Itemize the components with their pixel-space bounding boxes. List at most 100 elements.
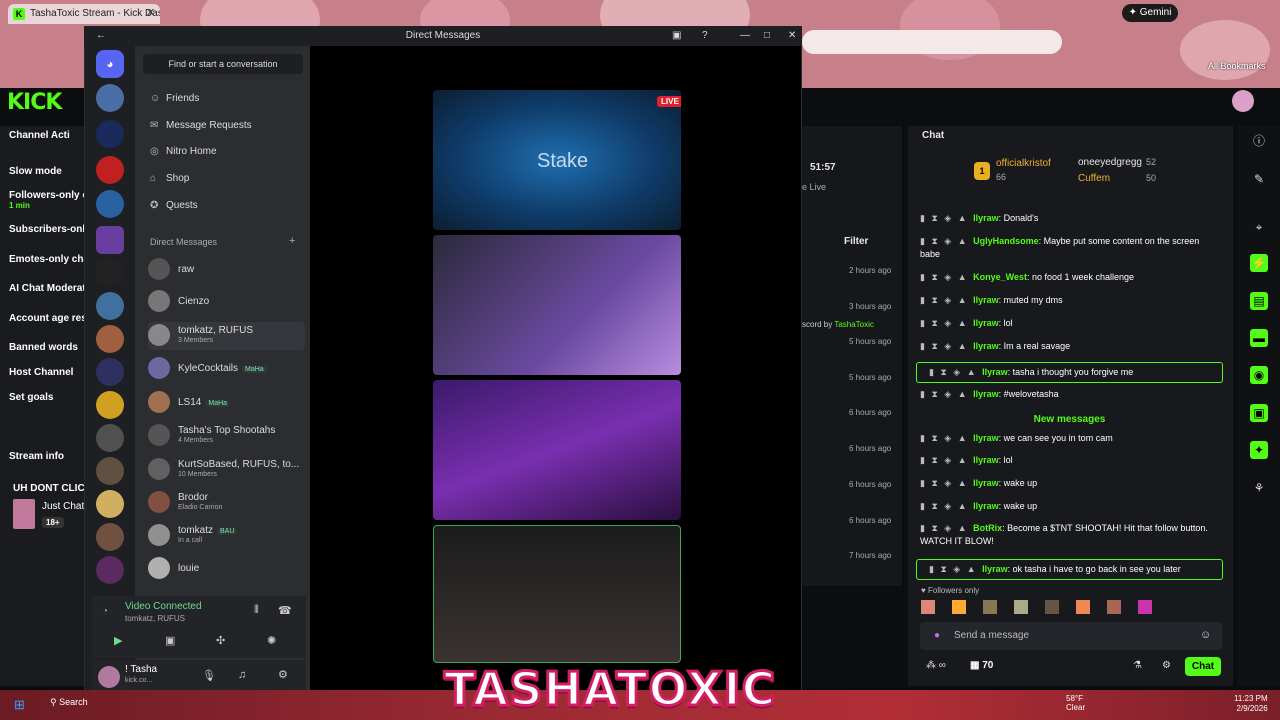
nav-friends[interactable]: ☺ Friends bbox=[150, 93, 199, 104]
server-icon[interactable] bbox=[96, 391, 124, 419]
send-chat-button[interactable]: Chat bbox=[1185, 657, 1221, 676]
chat-username[interactable]: BotRix bbox=[973, 523, 1002, 533]
video-tile-stake[interactable]: LIVE Stake bbox=[433, 90, 681, 230]
group-icon[interactable]: ⁂ ∞ bbox=[926, 660, 946, 671]
action-set-goals[interactable]: Set goals bbox=[9, 392, 53, 403]
server-icon[interactable] bbox=[96, 424, 124, 452]
mod-actions-icon[interactable]: ▮ ⧗ ◈ ▲ bbox=[920, 455, 973, 465]
nav-message-requests[interactable]: ✉ Message Requests bbox=[150, 120, 252, 131]
emoji-icon[interactable]: ☺ bbox=[1200, 629, 1211, 641]
taskbar-clock[interactable]: 11:23 PM 2/9/2026 bbox=[1234, 694, 1268, 714]
address-bar[interactable] bbox=[802, 30, 1062, 54]
server-icon[interactable] bbox=[96, 457, 124, 485]
chat-username[interactable]: llyraw bbox=[973, 213, 999, 223]
weather-widget[interactable]: 58°F Clear bbox=[1066, 694, 1085, 712]
mod-actions-icon[interactable]: ▮ ⧗ ◈ ▲ bbox=[920, 433, 973, 443]
server-icon[interactable] bbox=[96, 292, 124, 320]
chat-username[interactable]: llyraw bbox=[973, 389, 999, 399]
server-icon[interactable] bbox=[96, 490, 124, 518]
voice-channel[interactable]: tomkatz, RUFUS bbox=[125, 614, 185, 623]
server-icon[interactable] bbox=[96, 556, 124, 584]
broadcast-icon[interactable]: ◉ bbox=[1250, 366, 1268, 384]
server-icon[interactable] bbox=[96, 120, 124, 148]
share-icon[interactable]: ⚘ bbox=[1250, 479, 1268, 497]
chat-username[interactable]: llyraw bbox=[982, 367, 1008, 377]
chat-username[interactable]: llyraw bbox=[973, 455, 999, 465]
dm-item[interactable]: Brodor Eladio Carrion bbox=[148, 489, 305, 517]
chat-message[interactable]: ▮ ⧗ ◈ ▲ llyraw: #welovetasha bbox=[920, 388, 1220, 401]
mod-actions-icon[interactable]: ▮ ⧗ ◈ ▲ bbox=[929, 367, 982, 377]
server-icon[interactable] bbox=[96, 325, 124, 353]
top-gifter-2[interactable]: oneeyedgregg bbox=[1078, 157, 1142, 168]
document-icon[interactable]: ▤ bbox=[1250, 292, 1268, 310]
action-emotes-only[interactable]: Emotes-only cha bbox=[9, 254, 89, 265]
avatar[interactable] bbox=[1232, 90, 1254, 112]
server-icon[interactable] bbox=[96, 84, 124, 112]
mic-icon[interactable]: ● bbox=[934, 630, 940, 641]
chat-username[interactable]: UglyHandsome bbox=[973, 236, 1039, 246]
headphones-icon[interactable]: ♫ bbox=[238, 669, 246, 681]
gear-icon[interactable]: ⚙ bbox=[278, 668, 288, 681]
chat-username[interactable]: llyraw bbox=[973, 433, 999, 443]
dm-item[interactable]: KyleCocktails MaHa bbox=[148, 355, 305, 383]
discord-home-icon[interactable]: ◕ bbox=[96, 50, 124, 78]
mod-actions-icon[interactable]: ▮ ⧗ ◈ ▲ bbox=[920, 318, 973, 328]
minimize-icon[interactable]: — bbox=[740, 26, 750, 46]
chat-bubble-icon[interactable]: ▬ bbox=[1250, 329, 1268, 347]
mod-actions-icon[interactable]: ▮ ⧗ ◈ ▲ bbox=[920, 501, 973, 511]
mod-actions-icon[interactable]: ▮ ⧗ ◈ ▲ bbox=[920, 478, 973, 488]
chat-username[interactable]: llyraw bbox=[973, 478, 999, 488]
video-tile-2[interactable] bbox=[433, 235, 681, 375]
mod-icon[interactable]: ⚗ bbox=[1133, 660, 1142, 671]
action-account-age[interactable]: Account age res bbox=[9, 313, 87, 324]
server-folder-icon[interactable] bbox=[96, 226, 124, 254]
maximize-icon[interactable]: □ bbox=[764, 26, 770, 46]
chat-username[interactable]: llyraw bbox=[973, 501, 999, 511]
top-gifter-3[interactable]: Cuffem bbox=[1078, 173, 1110, 184]
microphone-icon[interactable]: 🎙 bbox=[202, 669, 216, 682]
chat-username[interactable]: Konye_West bbox=[973, 272, 1027, 282]
chat-message[interactable]: ▮ ⧗ ◈ ▲ llyraw: lol bbox=[920, 454, 1220, 467]
chat-username[interactable]: llyraw bbox=[973, 295, 999, 305]
dm-item[interactable]: tomkatz, RUFUS 3 Members bbox=[148, 322, 305, 350]
server-icon[interactable] bbox=[96, 258, 124, 286]
chat-message[interactable]: ▮ ⧗ ◈ ▲ llyraw: we can see you in tom ca… bbox=[920, 432, 1220, 445]
chat-username[interactable]: llyraw bbox=[973, 341, 999, 351]
video-tile-4[interactable] bbox=[433, 525, 681, 663]
avatar[interactable] bbox=[98, 666, 120, 688]
layout-icon[interactable]: ▣ bbox=[1250, 404, 1268, 422]
nav-quests[interactable]: ✪ Quests bbox=[150, 200, 198, 211]
find-conversation-input[interactable]: Find or start a conversation bbox=[143, 54, 303, 74]
top-gifter-1[interactable]: officialkristof bbox=[996, 158, 1051, 169]
back-arrow-icon[interactable]: ← bbox=[96, 26, 106, 46]
emote-bar[interactable] bbox=[921, 600, 1221, 616]
nav-nitro-home[interactable]: ◎ Nitro Home bbox=[150, 146, 217, 157]
info-icon[interactable]: ⓘ bbox=[1250, 132, 1268, 150]
chat-message[interactable]: ▮ ⧗ ◈ ▲ llyraw: Donald's bbox=[920, 212, 1220, 225]
chat-message[interactable]: ▮ ⧗ ◈ ▲ UglyHandsome: Maybe put some con… bbox=[920, 235, 1220, 261]
server-icon[interactable] bbox=[96, 190, 124, 218]
settings-icon[interactable]: ⚙ bbox=[1162, 660, 1171, 671]
edit-icon[interactable]: ✎ bbox=[1250, 170, 1268, 188]
mod-actions-icon[interactable]: ▮ ⧗ ◈ ▲ bbox=[920, 236, 973, 246]
mod-actions-icon[interactable]: ▮ ⧗ ◈ ▲ bbox=[920, 523, 973, 533]
dm-item[interactable]: louie bbox=[148, 555, 305, 583]
mod-actions-icon[interactable]: ▮ ⧗ ◈ ▲ bbox=[920, 341, 973, 351]
mod-actions-icon[interactable]: ▮ ⧗ ◈ ▲ bbox=[920, 213, 973, 223]
action-banned-words[interactable]: Banned words bbox=[9, 342, 78, 353]
chat-message[interactable]: ▮ ⧗ ◈ ▲ llyraw: wake up bbox=[920, 500, 1220, 513]
action-followers-only[interactable]: Followers-only c bbox=[9, 190, 88, 201]
camera-icon[interactable]: ▶ bbox=[114, 634, 122, 647]
windows-start-icon[interactable]: ⊞ bbox=[14, 697, 25, 713]
dm-item[interactable]: LS14 MaHa bbox=[148, 389, 305, 417]
inbox-icon[interactable]: ▣ bbox=[672, 26, 681, 46]
mod-actions-icon[interactable]: ▮ ⧗ ◈ ▲ bbox=[920, 295, 973, 305]
action-ai-moderation[interactable]: AI Chat Moderat bbox=[9, 283, 86, 294]
dm-item[interactable]: KurtSoBased, RUFUS, to... 10 Members bbox=[148, 456, 305, 484]
taskbar-search[interactable]: ⚲ Search bbox=[50, 697, 88, 708]
soundboard-icon[interactable]: ✺ bbox=[267, 634, 276, 647]
all-bookmarks[interactable]: All Bookmarks bbox=[1208, 61, 1266, 71]
chat-message[interactable]: ▮ ⧗ ◈ ▲ llyraw: muted my dms bbox=[920, 294, 1220, 307]
kick-logo[interactable]: KICK bbox=[7, 90, 62, 115]
disconnect-icon[interactable]: ☎ bbox=[278, 604, 292, 617]
